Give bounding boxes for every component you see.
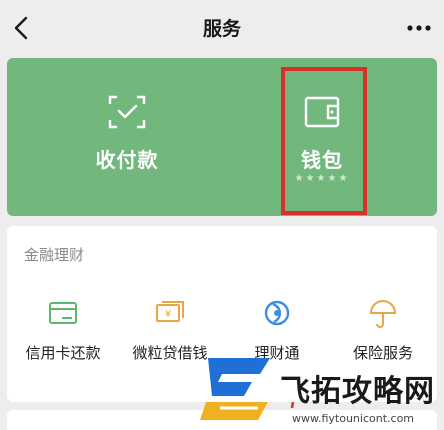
wallet-highlight-box <box>281 67 367 215</box>
umbrella-icon <box>369 300 397 328</box>
top-bar: 服务 <box>0 0 444 56</box>
watermark-brand: 飞拓攻略网 <box>280 374 435 409</box>
wealth-icon <box>264 300 290 326</box>
page-title: 服务 <box>202 18 241 40</box>
svg-text:¥: ¥ <box>165 309 171 320</box>
more-dots-icon <box>407 25 431 31</box>
service-hero-card: 收付款 钱包 ★★★★★ <box>7 58 437 216</box>
more-button[interactable] <box>404 16 434 40</box>
loan-icon: ¥ <box>156 301 184 322</box>
watermark-url: www.fiytounicont.com <box>292 412 415 425</box>
credit-card-repay-item[interactable]: 信用卡还款 <box>13 296 113 376</box>
scan-check-icon <box>108 95 146 129</box>
credit-card-icon <box>49 302 77 324</box>
pay-receive-button[interactable]: 收付款 <box>57 58 197 216</box>
watermark-logo-icon <box>200 358 270 420</box>
credit-card-repay-label: 信用卡还款 <box>25 344 101 362</box>
section-title-finance: 金融理财 <box>24 246 85 264</box>
site-watermark: 飞拓攻略网 www.fiytounicont.com <box>200 352 444 430</box>
pay-receive-label: 收付款 <box>95 148 159 172</box>
